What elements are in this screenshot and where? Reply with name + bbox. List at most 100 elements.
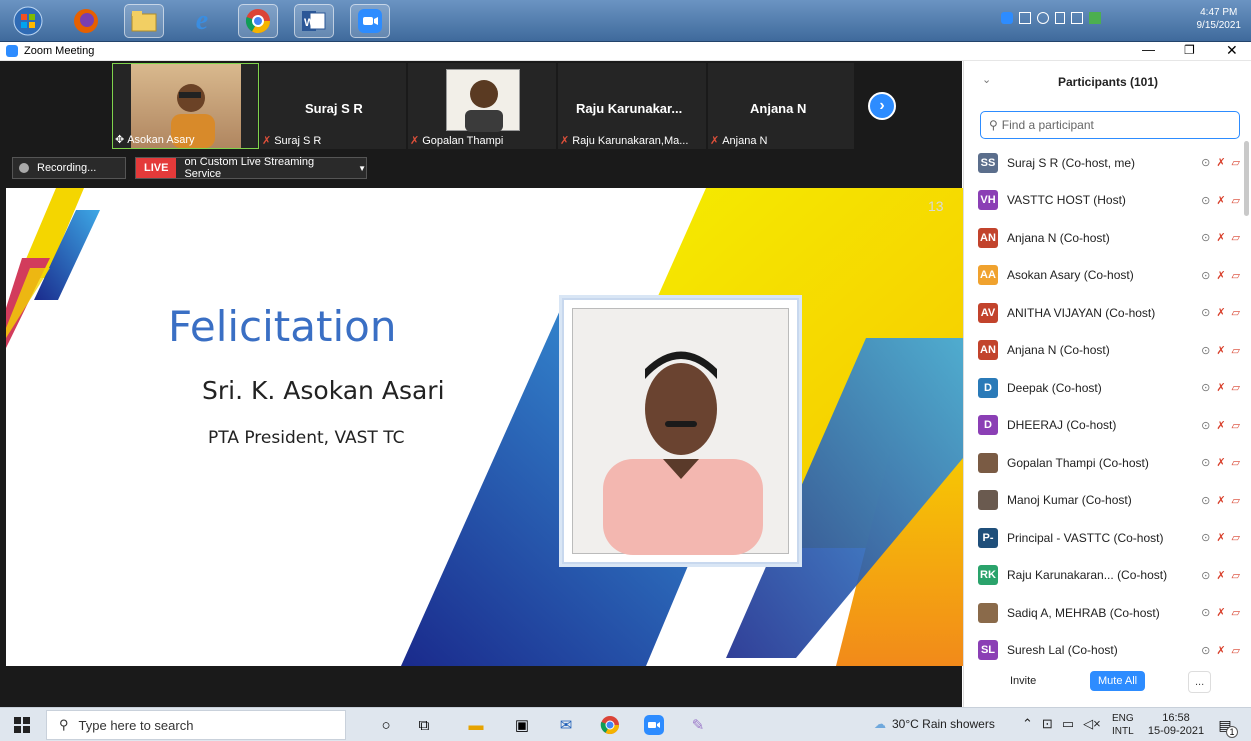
battery-icon[interactable]: ▭	[1062, 716, 1074, 732]
zoom-taskbar-icon[interactable]	[640, 712, 668, 738]
next-page-arrow-icon[interactable]: ›	[868, 92, 896, 120]
live-stream-indicator[interactable]: LIVE on Custom Live Streaming Service ▼	[135, 156, 367, 180]
video-off-icon: ▱	[1231, 344, 1240, 357]
participant-name: ANITHA VIJAYAN (Co-host)	[1007, 305, 1156, 320]
video-tile[interactable]: Suraj S R ✗ Suraj S R	[260, 63, 406, 149]
invite-button[interactable]: Invite	[1004, 671, 1042, 691]
file-explorer-icon[interactable]	[124, 4, 164, 38]
participant-row[interactable]: AV ANITHA VIJAYAN (Co-host) ⊙ ✗ ▱	[978, 294, 1240, 331]
participants-panel: ⌄ Participants (101) ⚲ Find a participant…	[963, 61, 1251, 707]
participant-row[interactable]: D Deepak (Co-host) ⊙ ✗ ▱	[978, 369, 1240, 406]
notification-icon[interactable]: ▤ 1	[1214, 714, 1238, 738]
share-icon: ⊙	[1201, 194, 1211, 207]
video-off-icon: ▱	[1231, 419, 1240, 432]
mic-muted-icon: ✗	[1216, 569, 1226, 582]
participant-row[interactable]: AN Anjana N (Co-host) ⊙ ✗ ▱	[978, 332, 1240, 369]
participant-status-icons: ⊙ ✗ ▱	[1201, 231, 1240, 244]
taskbar-clock[interactable]: 16:58 15-09-2021	[1146, 712, 1206, 738]
more-button[interactable]: ...	[1188, 671, 1212, 693]
share-icon: ⊙	[1201, 157, 1211, 169]
video-off-icon: ▱	[1231, 194, 1240, 207]
chrome-icon[interactable]	[238, 4, 278, 38]
avatar: AA	[978, 265, 998, 285]
word-icon[interactable]: W	[294, 4, 334, 38]
legacy-date: 9/15/2021	[1196, 20, 1242, 31]
participant-name: Anjana N (Co-host)	[1007, 230, 1110, 245]
participant-name: Suraj S R (Co-host, me)	[1007, 155, 1136, 170]
participant-status-icons: ⊙ ✗ ▱	[1201, 156, 1240, 169]
participant-search-input[interactable]: ⚲ Find a participant	[980, 111, 1240, 139]
participant-row[interactable]: RK Raju Karunakaran... (Co-host) ⊙ ✗ ▱	[978, 557, 1240, 594]
participant-row[interactable]: D DHEERAJ (Co-host) ⊙ ✗ ▱	[978, 407, 1240, 444]
share-icon: ⊙	[1201, 344, 1211, 357]
participant-row[interactable]: AA Asokan Asary (Co-host) ⊙ ✗ ▱	[978, 257, 1240, 294]
language-indicator[interactable]: ENG INTL	[1112, 712, 1134, 738]
maximize-button[interactable]: ❐	[1184, 43, 1195, 57]
participant-row[interactable]: AN Anjana N (Co-host) ⊙ ✗ ▱	[978, 219, 1240, 256]
honoree-photo-frame	[562, 298, 799, 564]
slide-decoration	[6, 188, 963, 666]
participant-row[interactable]: SL Suresh Lal (Co-host) ⊙ ✗ ▱	[978, 632, 1240, 669]
network-icon[interactable]: ⊡	[1042, 716, 1053, 732]
avatar	[978, 602, 998, 623]
mute-all-button[interactable]: Mute All	[1090, 671, 1146, 691]
taskbar-search-box[interactable]: ⚲ Type here to search	[46, 710, 346, 740]
participant-status-icons: ⊙ ✗ ▱	[1201, 269, 1240, 282]
video-off-icon: ▱	[1231, 569, 1240, 582]
zoom-icon[interactable]	[350, 4, 390, 38]
participant-row[interactable]: Gopalan Thampi (Co-host) ⊙ ✗ ▱	[978, 444, 1240, 481]
participant-status-icons: ⊙ ✗ ▱	[1201, 419, 1240, 432]
chevron-down-icon: ▼	[358, 163, 366, 173]
store-icon[interactable]: ▣	[508, 712, 536, 738]
mic-muted-icon: ✗	[1216, 457, 1226, 469]
firefox-icon[interactable]	[66, 4, 106, 38]
weather-widget[interactable]: ☁ 30°C Rain showers	[874, 717, 995, 731]
live-badge: LIVE	[136, 158, 177, 178]
video-tile-active-speaker[interactable]: ✥ Asokan Asary	[112, 63, 259, 149]
video-tile[interactable]: ✗ Gopalan Thampi	[408, 63, 556, 149]
legacy-taskbar: e W 4:47 PM 9/15/2021	[0, 0, 1251, 42]
task-view-icon[interactable]: ⧉	[410, 712, 438, 738]
legacy-clock[interactable]: 4:47 PM 9/15/2021	[1197, 6, 1242, 32]
participant-row[interactable]: SS Suraj S R (Co-host, me) ⊙ ✗ ▱	[978, 144, 1240, 181]
participant-status-icons: ⊙ ✗ ▱	[1201, 494, 1240, 507]
search-icon: ⚲	[989, 118, 998, 132]
internet-explorer-icon[interactable]: e	[182, 4, 222, 38]
mic-muted-icon: ✗	[410, 135, 420, 147]
minimize-button[interactable]: —	[1142, 42, 1155, 57]
participant-name: Principal - VASTTC (Co-host)	[1007, 530, 1164, 545]
windows-start-icon[interactable]	[8, 712, 36, 738]
participant-row[interactable]: Sadiq A, MEHRAB (Co-host) ⊙ ✗ ▱	[978, 594, 1240, 631]
participant-row[interactable]: P- Principal - VASTTC (Co-host) ⊙ ✗ ▱	[978, 519, 1240, 556]
participant-status-icons: ⊙ ✗ ▱	[1201, 344, 1240, 357]
taskbar: ⚲ Type here to search ○ ⧉ ▬ ▣ ✉ ✎ ☁ 30°C R…	[0, 707, 1251, 741]
start-orb-icon[interactable]	[8, 4, 48, 38]
mic-muted-icon: ✗	[1216, 232, 1226, 244]
volume-icon[interactable]: ◁×	[1083, 716, 1101, 732]
paint-icon[interactable]: ✎	[684, 712, 712, 738]
participant-row[interactable]: Manoj Kumar (Co-host) ⊙ ✗ ▱	[978, 482, 1240, 519]
panel-scrollbar[interactable]	[1244, 141, 1249, 216]
avatar	[978, 452, 998, 473]
recording-indicator[interactable]: Recording...	[12, 157, 126, 179]
video-off-icon: ▱	[1231, 644, 1240, 657]
slide-page-number: 13	[928, 198, 944, 214]
chrome-taskbar-icon[interactable]	[596, 712, 624, 738]
video-tile[interactable]: Raju Karunakar... ✗ Raju Karunakaran,Ma..…	[558, 63, 706, 149]
close-button[interactable]: ✕	[1226, 42, 1238, 59]
participant-row[interactable]: VH VASTTC HOST (Host) ⊙ ✗ ▱	[978, 182, 1240, 219]
participant-status-icons: ⊙ ✗ ▱	[1201, 606, 1240, 619]
tile-label: ✗ Gopalan Thampi	[410, 134, 504, 148]
participant-status-icons: ⊙ ✗ ▱	[1201, 456, 1240, 469]
file-explorer-taskbar-icon[interactable]: ▬	[462, 712, 490, 738]
chevron-up-icon[interactable]: ⌃	[1022, 716, 1033, 732]
cortana-icon[interactable]: ○	[372, 712, 400, 738]
share-icon: ⊙	[1201, 382, 1211, 394]
participant-name: Sadiq A, MEHRAB (Co-host)	[1007, 605, 1160, 620]
mail-icon[interactable]: ✉	[552, 712, 580, 738]
mic-muted-icon: ✗	[1216, 532, 1226, 544]
slide-honoree-role: PTA President, VAST TC	[208, 428, 405, 448]
participant-status-icons: ⊙ ✗ ▱	[1201, 531, 1240, 544]
video-tile[interactable]: Anjana N ✗ Anjana N	[708, 63, 854, 149]
avatar: RK	[978, 565, 998, 585]
